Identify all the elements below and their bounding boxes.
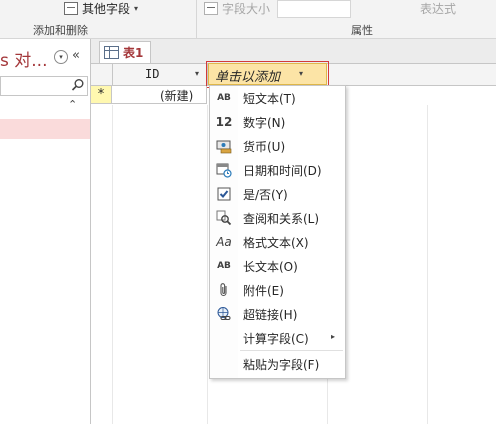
grid-line xyxy=(427,105,428,424)
navigation-pane: s 对... ▾ « ⌃ xyxy=(0,39,91,424)
tab-label: 表1 xyxy=(123,46,144,60)
new-record-selector[interactable]: * xyxy=(91,86,112,104)
number-icon: 12 xyxy=(215,115,233,129)
menu-item-long-text[interactable]: AB 长文本(O) xyxy=(210,254,343,278)
table-icon xyxy=(104,46,119,59)
hyperlink-icon xyxy=(216,306,232,322)
grid-line xyxy=(112,105,113,424)
ab-short-text-icon: AB xyxy=(217,93,231,103)
chevron-up-icon: ⌃ xyxy=(68,98,78,111)
chevron-down-icon: ▾ xyxy=(134,3,139,13)
more-fields-button[interactable]: 其他字段 ▾ xyxy=(64,0,138,16)
new-record-text: (新建) xyxy=(160,89,194,103)
expression-button[interactable]: 表达式 xyxy=(420,0,456,16)
nav-item-selected[interactable] xyxy=(0,119,90,139)
group-properties-label: 属性 xyxy=(351,24,373,37)
menu-item-yes-no[interactable]: 是/否(Y) xyxy=(210,182,343,206)
submenu-arrow-icon: ▸ xyxy=(330,332,335,341)
ribbon-separator xyxy=(196,0,197,38)
ribbon: 其他字段 ▾ 字段大小 表达式 添加和删除 属性 xyxy=(0,0,496,39)
menu-item-label: 货币(U) xyxy=(243,140,286,154)
new-record-id-cell[interactable]: (新建) xyxy=(112,86,207,104)
paperclip-icon xyxy=(216,282,232,298)
currency-icon xyxy=(216,138,232,154)
nav-pane-header: s 对... ▾ « xyxy=(0,39,90,73)
rich-text-icon: Aa xyxy=(216,235,232,249)
nav-search-input[interactable] xyxy=(0,76,88,96)
menu-item-currency[interactable]: 货币(U) xyxy=(210,134,343,158)
expression-label: 表达式 xyxy=(420,1,457,16)
field-size-label: 字段大小 xyxy=(222,1,271,16)
nav-pane-title[interactable]: s 对... xyxy=(0,46,47,71)
calendar-clock-icon xyxy=(216,162,232,178)
nav-group-header[interactable]: ⌃ xyxy=(0,98,90,115)
menu-item-rich-text[interactable]: Aa 格式文本(X) xyxy=(210,230,343,254)
menu-item-label: 粘贴为字段(F) xyxy=(243,358,320,372)
menu-item-paste-as-fields[interactable]: 粘贴为字段(F) xyxy=(210,352,343,376)
field-size-input[interactable] xyxy=(277,0,351,18)
menu-item-date-time[interactable]: 日期和时间(D) xyxy=(210,158,343,182)
add-field-menu: AB 短文本(T) 12 数字(N) 货币(U) 日期和时间(D) 是/否(Y)… xyxy=(209,85,346,379)
field-size-icon xyxy=(204,1,218,15)
menu-item-label: 计算字段(C) xyxy=(243,332,309,346)
menu-item-number[interactable]: 12 数字(N) xyxy=(210,110,343,134)
field-icon xyxy=(64,1,78,15)
menu-item-attachment[interactable]: 附件(E) xyxy=(210,278,343,302)
column-id-label: ID xyxy=(145,67,160,81)
menu-item-label: 短文本(T) xyxy=(243,92,296,106)
column-header-id[interactable]: ID ▾ xyxy=(112,64,208,85)
checkbox-icon xyxy=(216,186,232,202)
menu-item-calculated-field[interactable]: 计算字段(C) ▸ xyxy=(210,326,343,350)
chevron-down-icon[interactable]: ▾ xyxy=(195,69,199,78)
nav-dropdown-icon[interactable]: ▾ xyxy=(54,50,68,64)
menu-separator xyxy=(240,350,343,351)
collapse-nav-pane-icon[interactable]: « xyxy=(72,48,80,63)
field-size-control[interactable]: 字段大小 xyxy=(204,0,270,16)
tab-table1[interactable]: 表1 xyxy=(99,41,151,63)
menu-item-label: 查阅和关系(L) xyxy=(243,212,320,226)
lookup-icon xyxy=(216,210,232,226)
menu-item-lookup[interactable]: 查阅和关系(L) xyxy=(210,206,343,230)
group-add-delete-label: 添加和删除 xyxy=(33,24,88,37)
menu-item-label: 日期和时间(D) xyxy=(243,164,322,178)
menu-item-hyperlink[interactable]: 超链接(H) xyxy=(210,302,343,326)
more-fields-label: 其他字段 xyxy=(82,1,131,16)
menu-item-label: 格式文本(X) xyxy=(243,236,309,250)
menu-item-label: 超链接(H) xyxy=(243,308,298,322)
grid-line xyxy=(207,105,208,424)
menu-item-label: 长文本(O) xyxy=(243,260,298,274)
ab-long-text-icon: AB xyxy=(217,261,231,271)
select-all-corner[interactable] xyxy=(91,64,113,85)
menu-item-short-text[interactable]: AB 短文本(T) xyxy=(210,86,343,110)
menu-item-label: 数字(N) xyxy=(243,116,286,130)
menu-item-label: 是/否(Y) xyxy=(243,188,288,202)
search-icon[interactable] xyxy=(71,78,85,92)
menu-item-label: 附件(E) xyxy=(243,284,284,298)
highlight-annotation-box xyxy=(206,61,329,88)
